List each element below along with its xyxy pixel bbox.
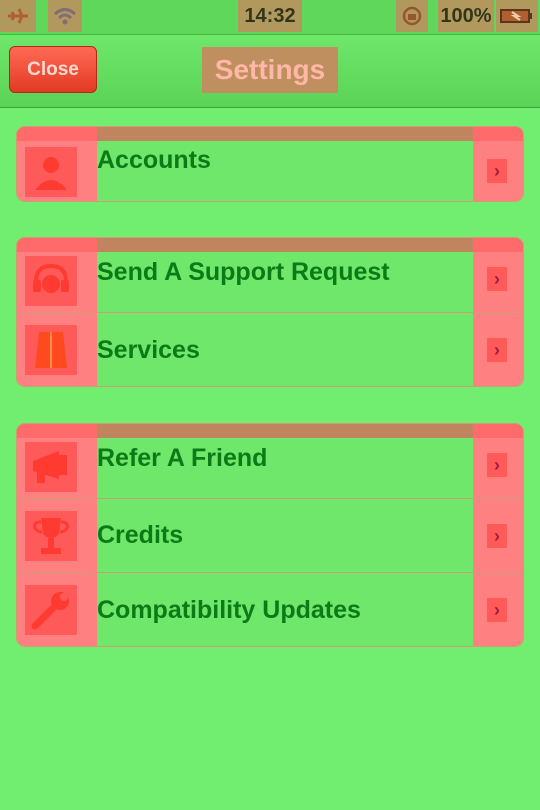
list-item-label: Services bbox=[97, 335, 200, 364]
person-icon bbox=[25, 147, 77, 197]
chevron-right-icon: › bbox=[487, 598, 507, 622]
list-item-accounts[interactable]: Accounts › bbox=[17, 141, 523, 201]
close-button[interactable]: Close bbox=[9, 46, 97, 93]
list-item-support-request[interactable]: Send A Support Request › bbox=[17, 252, 523, 313]
page-title: Settings bbox=[202, 47, 338, 93]
list-item-services[interactable]: Services › bbox=[17, 313, 523, 386]
chevron-right-icon: › bbox=[487, 524, 507, 548]
chevron-right-icon: › bbox=[487, 159, 507, 183]
settings-group-1: Accounts › bbox=[16, 126, 524, 202]
settings-group-2: Send A Support Request › Services › bbox=[16, 237, 524, 387]
list-item-refer-friend[interactable]: Refer A Friend › bbox=[17, 438, 523, 499]
list-item-credits[interactable]: Credits › bbox=[17, 499, 523, 573]
services-icon bbox=[25, 325, 77, 375]
battery-percent: 100% bbox=[438, 0, 494, 32]
rotation-lock-icon bbox=[396, 0, 428, 32]
status-bar: 14:32 100% bbox=[0, 0, 540, 35]
list-item-label: Accounts bbox=[97, 145, 211, 174]
chevron-right-icon: › bbox=[487, 338, 507, 362]
navigation-bar: Close Settings bbox=[0, 35, 540, 108]
settings-group-3: Refer A Friend › Credits › Compatibility… bbox=[16, 423, 524, 647]
wifi-icon bbox=[48, 0, 82, 32]
chevron-right-icon: › bbox=[487, 267, 507, 291]
list-item-compatibility-updates[interactable]: Compatibility Updates › bbox=[17, 573, 523, 646]
list-item-label: Refer A Friend bbox=[97, 443, 268, 472]
list-item-label: Compatibility Updates bbox=[97, 595, 361, 624]
list-item-label: Send A Support Request bbox=[97, 257, 390, 286]
close-button-label: Close bbox=[27, 58, 79, 80]
battery-charging-icon bbox=[496, 0, 538, 32]
megaphone-icon bbox=[25, 442, 77, 492]
status-time: 14:32 bbox=[238, 0, 302, 32]
chevron-right-icon: › bbox=[487, 453, 507, 477]
list-item-label: Credits bbox=[97, 521, 184, 549]
support-icon bbox=[25, 256, 77, 306]
airplane-icon bbox=[0, 0, 36, 32]
trophy-icon bbox=[25, 511, 77, 561]
wrench-icon bbox=[25, 585, 77, 635]
